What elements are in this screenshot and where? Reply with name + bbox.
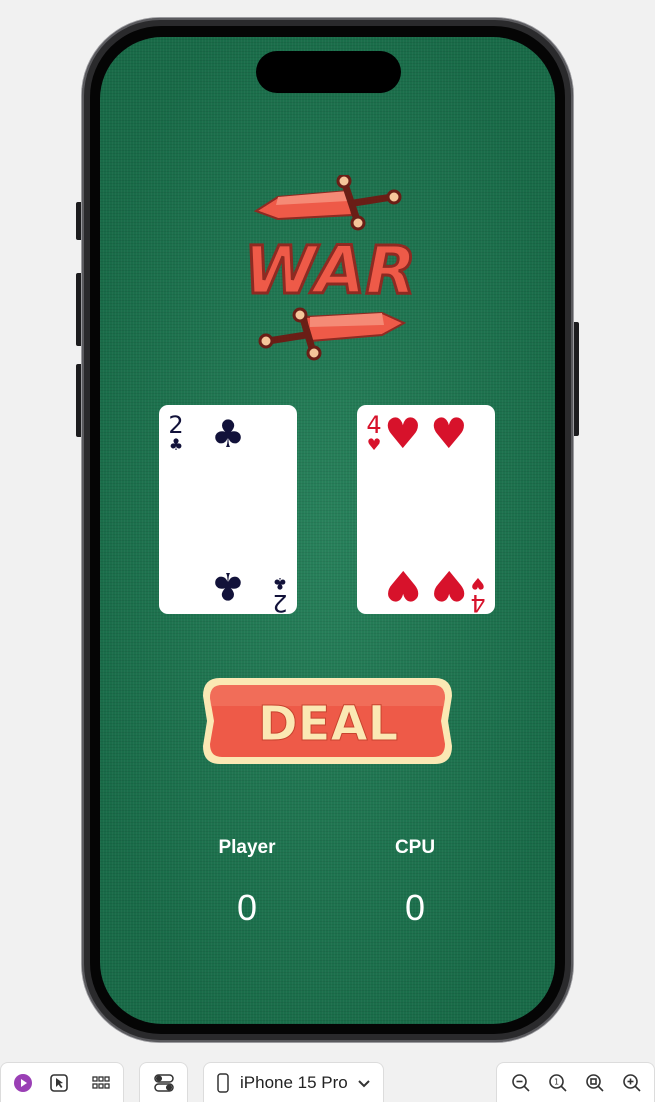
toggles-icon[interactable] xyxy=(154,1073,174,1093)
player-card-pip-top: ♣ xyxy=(211,412,245,456)
device-name: iPhone 15 Pro xyxy=(240,1073,348,1092)
deal-label: DEAL xyxy=(258,696,398,752)
dynamic-island xyxy=(256,51,401,93)
zoom-100-icon[interactable]: 1 xyxy=(548,1073,568,1093)
player-card-corner-suit-inverted: ♣ xyxy=(273,574,287,593)
deal-button[interactable]: DEAL xyxy=(200,674,455,768)
zoom-fit-icon[interactable] xyxy=(585,1073,605,1093)
settings-group xyxy=(139,1062,188,1102)
power-button xyxy=(572,322,579,436)
player-card-corner-suit: ♣ xyxy=(169,435,183,454)
device-picker[interactable]: iPhone 15 Pro xyxy=(203,1062,384,1102)
zoom-group: 1 xyxy=(496,1062,655,1102)
chevron-down-icon xyxy=(357,1073,371,1093)
zoom-in-icon[interactable] xyxy=(622,1073,642,1093)
zoom-out-icon[interactable] xyxy=(511,1073,531,1093)
cpu-card-corner-suit-inverted: ♥ xyxy=(471,574,485,593)
cpu-label: CPU xyxy=(394,837,436,858)
cpu-card: 4 ♥ ♥ ♥ ♥ ♥ 4 ♥ xyxy=(357,405,495,614)
iphone-icon xyxy=(216,1073,230,1093)
player-card: 2 ♣ ♣ ♣ 2 ♣ xyxy=(159,405,297,614)
war-logo-graphic: WAR xyxy=(242,173,418,361)
cpu-card-pip-top-left: ♥ xyxy=(384,409,422,458)
cpu-card-corner-suit: ♥ xyxy=(367,435,381,454)
war-logo: WAR xyxy=(240,173,420,365)
svg-text:1: 1 xyxy=(554,1078,559,1087)
player-score: 0 xyxy=(236,887,258,928)
player-label: Player xyxy=(218,837,276,858)
play-icon[interactable] xyxy=(13,1073,33,1093)
preview-mode-group xyxy=(0,1062,124,1102)
grid-icon[interactable] xyxy=(91,1073,111,1093)
iphone-frame: WAR 2 ♣ ♣ ♣ 2 ♣ 4 ♥ ♥ ♥ ♥ ♥ 4 ♥ DEAL Pla… xyxy=(82,18,573,1042)
pointer-icon[interactable] xyxy=(49,1073,69,1093)
cpu-card-pip-bottom-left: ♥ xyxy=(384,561,422,610)
cpu-card-pip-top-right: ♥ xyxy=(430,409,468,458)
player-card-pip-bottom: ♣ xyxy=(211,564,245,608)
cpu-score: 0 xyxy=(404,887,426,928)
app-screen: WAR 2 ♣ ♣ ♣ 2 ♣ 4 ♥ ♥ ♥ ♥ ♥ 4 ♥ DEAL Pla… xyxy=(100,37,555,1024)
logo-text: WAR xyxy=(244,232,416,309)
cpu-card-pip-bottom-right: ♥ xyxy=(430,561,468,610)
